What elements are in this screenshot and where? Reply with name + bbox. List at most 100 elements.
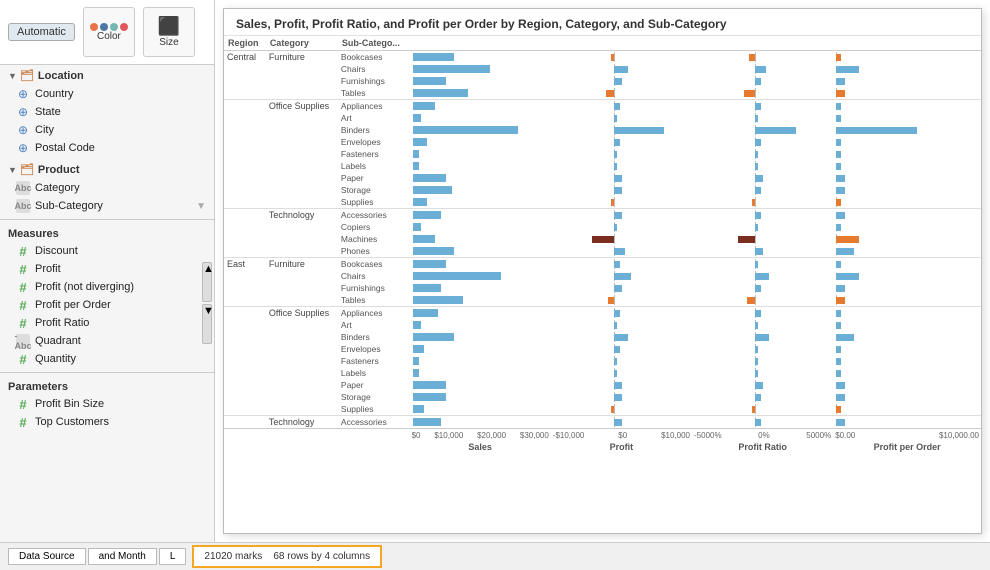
profit-bar-cell <box>551 245 692 258</box>
profit-per-order-bar-cell <box>833 416 981 429</box>
l-tab[interactable]: L <box>159 548 187 565</box>
profit-ratio-bar-cell <box>692 51 833 64</box>
sidebar: Automatic Color ⬛ Size ▼ 🗂 Location <box>0 0 215 542</box>
subcategory-cell: Tables <box>338 87 410 100</box>
profit-per-order-bar-cell <box>833 124 981 136</box>
region-cell <box>224 172 266 184</box>
scroll-down[interactable]: ▼ <box>202 304 212 344</box>
data-source-tab[interactable]: Data Source <box>8 548 86 565</box>
sales-bar-cell <box>410 391 551 403</box>
region-cell <box>224 319 266 331</box>
sidebar-item-profit-ratio[interactable]: # Profit Ratio <box>0 314 202 332</box>
profit-per-order-bar-cell <box>833 294 981 307</box>
sidebar-item-profit-bin[interactable]: # Profit Bin Size <box>0 395 214 413</box>
sidebar-item-profit-per-order[interactable]: # Profit per Order <box>0 296 202 314</box>
region-cell <box>224 184 266 196</box>
folder-icon: 🗂 <box>20 69 34 83</box>
profit-bin-label: Profit Bin Size <box>35 398 104 410</box>
location-group[interactable]: ▼ 🗂 Location <box>0 67 214 85</box>
profit-per-order-bar-cell <box>833 63 981 75</box>
scroll-up[interactable]: ▲ <box>202 262 212 302</box>
sales-bar-cell <box>410 100 551 113</box>
region-cell <box>224 233 266 245</box>
color-label: Color <box>97 31 121 42</box>
profit-label: Profit <box>35 263 61 275</box>
sales-bar-cell <box>410 245 551 258</box>
chart-panel: Sales, Profit, Profit Ratio, and Profit … <box>223 8 982 534</box>
profit-per-order-bar-cell <box>833 282 981 294</box>
region-cell <box>224 282 266 294</box>
category-cell <box>266 221 338 233</box>
city-label: City <box>35 124 54 136</box>
sidebar-item-profit-not-diverging[interactable]: # Profit (not diverging) <box>0 278 202 296</box>
subcategory-cell: Supplies <box>338 196 410 209</box>
profit-ratio-bar-cell <box>692 100 833 113</box>
category-cell <box>266 160 338 172</box>
main-container: Automatic Color ⬛ Size ▼ 🗂 Location <box>0 0 990 542</box>
profit-ratio-bar-cell <box>692 233 833 245</box>
table-row: Binders <box>224 331 981 343</box>
sidebar-item-profit[interactable]: # Profit <box>0 260 202 278</box>
category-cell <box>266 355 338 367</box>
table-row: Furnishings <box>224 282 981 294</box>
profit-bar-cell <box>551 403 692 416</box>
profit-per-order-bar-cell <box>833 209 981 222</box>
profit-per-order-bar-cell <box>833 136 981 148</box>
profit-per-order-bar-cell <box>833 75 981 87</box>
globe-icon-state: ⊕ <box>16 105 30 119</box>
sidebar-item-quadrant[interactable]: -Abc Quadrant <box>0 332 202 350</box>
region-cell <box>224 148 266 160</box>
sidebar-item-city[interactable]: ⊕ City <box>0 121 214 139</box>
profit-bar-cell <box>551 112 692 124</box>
subcategory-cell: Fasteners <box>338 355 410 367</box>
profit-per-order-bar-cell <box>833 343 981 355</box>
subcategory-cell: Art <box>338 319 410 331</box>
state-label: State <box>35 106 61 118</box>
col-region: Region <box>224 36 266 51</box>
product-group[interactable]: ▼ 🗂 Product <box>0 161 214 179</box>
profit-ratio-bar-cell <box>692 160 833 172</box>
profit-per-order-bar-cell <box>833 221 981 233</box>
category-cell <box>266 63 338 75</box>
sales-bar-cell <box>410 319 551 331</box>
sidebar-item-quantity[interactable]: # Quantity <box>0 350 202 368</box>
abc-icon-quadrant: -Abc <box>16 334 30 348</box>
color-button[interactable]: Color <box>83 7 135 57</box>
profit-per-order-bar-cell <box>833 367 981 379</box>
sidebar-item-top-customers[interactable]: # Top Customers <box>0 413 214 431</box>
profit-bar-cell <box>551 343 692 355</box>
profit-ratio-bar-cell <box>692 258 833 271</box>
scroll-indicator: ▼ <box>196 201 206 212</box>
sidebar-item-postal[interactable]: ⊕ Postal Code <box>0 139 214 157</box>
axis-sales: Sales <box>412 440 549 452</box>
sales-bar-cell <box>410 403 551 416</box>
region-cell <box>224 160 266 172</box>
sidebar-item-discount[interactable]: # Discount <box>0 242 202 260</box>
table-row: EastFurnitureBookcases <box>224 258 981 271</box>
sidebar-item-category[interactable]: Abc Category <box>0 179 214 197</box>
table-row: Chairs <box>224 270 981 282</box>
expand-icon-product: ▼ <box>8 165 17 175</box>
profit-per-order-bar-cell <box>833 391 981 403</box>
sales-bar-cell <box>410 209 551 222</box>
product-label: Product <box>38 164 80 176</box>
sidebar-item-subcategory[interactable]: Abc Sub-Category ▼ <box>0 197 214 215</box>
sales-bar-cell <box>410 75 551 87</box>
profit-per-order-bar-cell <box>833 319 981 331</box>
profit-ratio-bar-cell <box>692 307 833 320</box>
subcategory-cell: Storage <box>338 391 410 403</box>
subcategory-cell: Paper <box>338 379 410 391</box>
sales-bar-cell <box>410 124 551 136</box>
pnd-label: Profit (not diverging) <box>35 281 134 293</box>
table-row: Paper <box>224 172 981 184</box>
size-button[interactable]: ⬛ Size <box>143 7 195 57</box>
profit-ratio-bar-cell <box>692 355 833 367</box>
sidebar-item-state[interactable]: ⊕ State <box>0 103 214 121</box>
sales-bar-cell <box>410 307 551 320</box>
profit-ratio-bar-cell <box>692 403 833 416</box>
table-row: TechnologyAccessories <box>224 416 981 429</box>
month-tab[interactable]: and Month <box>88 548 157 565</box>
hash-icon-ppo: # <box>16 298 30 312</box>
region-cell <box>224 294 266 307</box>
sidebar-item-country[interactable]: ⊕ Country <box>0 85 214 103</box>
